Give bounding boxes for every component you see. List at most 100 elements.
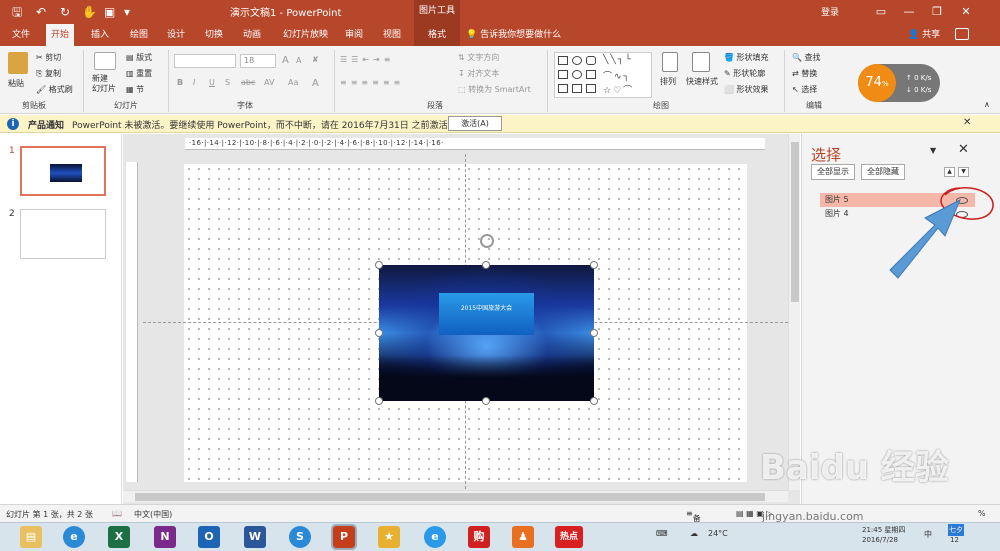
underline-button[interactable]: U xyxy=(209,78,215,87)
shape-fill-button[interactable]: 🪣 形状填充 xyxy=(724,52,769,63)
clock-date[interactable]: 2016/7/28 xyxy=(862,536,898,544)
grow-font-button[interactable]: A xyxy=(282,55,289,66)
font-size-combo[interactable]: 18 xyxy=(240,54,276,68)
tab-review[interactable]: 审阅 xyxy=(340,24,368,46)
network-gauge-widget[interactable]: 74% ↑ 0 K/s ↓ 0 K/s xyxy=(858,64,940,102)
minimize-icon[interactable]: — xyxy=(898,2,920,22)
select-button[interactable]: ↖ 选择 xyxy=(792,84,817,95)
align-text-button[interactable]: ↧ 对齐文本 xyxy=(458,68,499,79)
shape-rect-icon[interactable] xyxy=(558,70,568,79)
save-icon[interactable]: 🖫 xyxy=(12,4,22,20)
language-indicator[interactable]: 中文(中国) xyxy=(134,509,172,520)
resize-handle[interactable] xyxy=(590,397,598,405)
onenote-icon[interactable]: N xyxy=(154,526,176,548)
align-buttons[interactable]: ≡≡≡≡≡≡ xyxy=(340,78,404,87)
customize-icon[interactable]: ▾ xyxy=(124,4,130,20)
comment-icon[interactable] xyxy=(955,28,969,40)
scrollbar-thumb[interactable] xyxy=(135,493,765,501)
close-pane-icon[interactable]: ✕ xyxy=(958,142,969,157)
format-painter-button[interactable]: 🖌 格式刷 xyxy=(36,84,73,95)
restore-icon[interactable]: ❐ xyxy=(926,2,948,22)
keyboard-icon[interactable]: ⌨ xyxy=(656,529,668,538)
hide-all-button[interactable]: 全部隐藏 xyxy=(861,164,905,180)
italic-button[interactable]: I xyxy=(193,78,195,87)
tab-insert[interactable]: 插入 xyxy=(86,24,114,46)
send-backward-icon[interactable]: ▼ xyxy=(958,167,969,177)
spellcheck-icon[interactable]: 📖 xyxy=(112,509,122,518)
font-name-combo[interactable] xyxy=(174,54,236,68)
weather-icon[interactable]: ☁ xyxy=(690,529,698,538)
vertical-scrollbar[interactable] xyxy=(788,134,800,490)
show-all-button[interactable]: 全部显示 xyxy=(811,164,855,180)
tab-format[interactable]: 格式 xyxy=(414,24,460,46)
powerpoint-icon[interactable]: P xyxy=(331,524,357,550)
present-icon[interactable]: ▣ xyxy=(104,4,115,20)
collapse-ribbon-icon[interactable]: ∧ xyxy=(984,100,990,109)
sogou-search-icon[interactable]: S xyxy=(289,526,311,548)
calendar-day[interactable]: 12 xyxy=(950,536,959,544)
strikethrough-button[interactable]: abc xyxy=(241,78,255,87)
close-window-icon[interactable]: ✕ xyxy=(955,2,977,22)
undo-icon[interactable]: ↶ xyxy=(36,4,46,20)
resize-handle[interactable] xyxy=(482,397,490,405)
clear-format-icon[interactable]: ✘ xyxy=(312,55,319,64)
redo-icon[interactable]: ↻ xyxy=(60,4,70,20)
shape-rect-icon[interactable] xyxy=(586,70,596,79)
new-slide-button[interactable]: 新建 幻灯片 xyxy=(92,74,116,94)
shape-outline-button[interactable]: ✎ 形状轮廓 xyxy=(724,68,765,79)
ime-language[interactable]: 中 xyxy=(924,529,932,540)
horizontal-scrollbar[interactable] xyxy=(123,490,788,502)
tab-transitions[interactable]: 切换 xyxy=(200,24,228,46)
find-button[interactable]: 🔍 查找 xyxy=(792,52,821,63)
outlook-icon[interactable]: O xyxy=(198,526,220,548)
festival-badge[interactable]: 七夕 xyxy=(948,524,964,536)
login-link[interactable]: 登录 xyxy=(821,5,839,18)
shape-oval-icon[interactable] xyxy=(572,56,582,65)
tab-draw[interactable]: 绘图 xyxy=(125,24,153,46)
quick-styles-icon[interactable] xyxy=(692,52,710,72)
tab-file[interactable]: 文件 xyxy=(7,24,35,46)
resize-handle[interactable] xyxy=(375,329,383,337)
pane-options-icon[interactable]: ▼ xyxy=(930,146,936,155)
layout-button[interactable]: ▤ 版式 xyxy=(126,52,152,63)
reset-button[interactable]: ▥ 重置 xyxy=(126,68,152,79)
misc-shapes-icon[interactable]: ☆♡⌒ xyxy=(603,83,634,96)
resize-handle[interactable] xyxy=(375,397,383,405)
visibility-eye-icon[interactable] xyxy=(956,197,968,204)
text-direction-button[interactable]: ⇅ 文字方向 xyxy=(458,52,499,63)
bold-button[interactable]: B xyxy=(177,78,183,87)
shrink-font-button[interactable]: A xyxy=(296,56,301,65)
notes-button[interactable]: ≡ 备注 xyxy=(686,509,701,534)
touch-mode-icon[interactable]: ✋ xyxy=(82,4,97,20)
ribbon-display-icon[interactable]: ▭ xyxy=(870,2,892,22)
quick-styles-button[interactable]: 快速样式 xyxy=(686,76,718,87)
tab-home[interactable]: 开始 xyxy=(46,24,75,46)
shadow-button[interactable]: S xyxy=(225,78,230,87)
tab-design[interactable]: 设计 xyxy=(162,24,190,46)
shape-arrow-icon[interactable] xyxy=(572,84,582,93)
cut-button[interactable]: ✂ 剪切 xyxy=(36,52,61,63)
hot-news-icon[interactable]: 热点 xyxy=(555,526,583,548)
shape-rounded-icon[interactable] xyxy=(586,56,596,65)
scrollbar-thumb[interactable] xyxy=(791,142,799,302)
shape-arrow-icon[interactable] xyxy=(558,84,568,93)
shopping-app-icon[interactable]: 购 xyxy=(468,526,490,548)
clock-time[interactable]: 21:45 星期四 xyxy=(862,525,905,535)
arrange-button[interactable]: 排列 xyxy=(660,76,676,87)
selection-item[interactable]: 图片 5 xyxy=(820,193,975,207)
replace-button[interactable]: ⇄ 替换 xyxy=(792,68,817,79)
line-shapes-icon[interactable]: ╲╲┐└ xyxy=(603,55,633,65)
game-center-icon[interactable]: ♟ xyxy=(512,526,534,548)
curve-shapes-icon[interactable]: ⌒∿┐ xyxy=(603,69,631,82)
paste-icon[interactable] xyxy=(8,52,28,74)
section-button[interactable]: ▦ 节 xyxy=(126,84,144,95)
shape-oval-icon[interactable] xyxy=(572,70,582,79)
selection-item[interactable]: 图片 4 xyxy=(820,207,975,221)
close-notice-icon[interactable]: ✕ xyxy=(963,117,971,128)
tell-me-search[interactable]: 💡 告诉我你想要做什么 xyxy=(466,24,561,46)
share-button[interactable]: 👤 共享 xyxy=(908,24,940,46)
smartart-button[interactable]: ⬚ 转换为 SmartArt xyxy=(458,84,531,95)
font-color-button[interactable]: A xyxy=(312,78,319,89)
ie-browser-icon[interactable]: e xyxy=(63,526,85,548)
edge-browser-icon[interactable]: e xyxy=(424,526,446,548)
